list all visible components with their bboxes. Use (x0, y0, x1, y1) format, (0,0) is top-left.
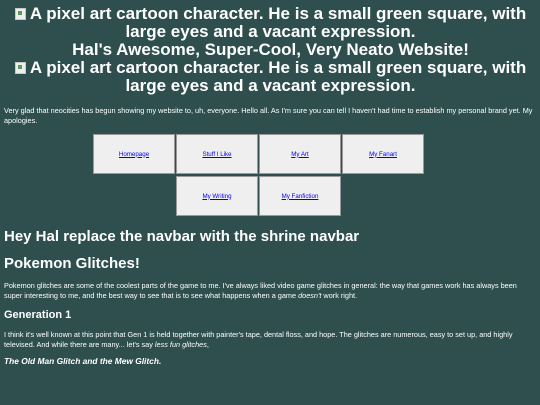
broken-image-icon (14, 62, 26, 74)
image-alt-text: A pixel art cartoon character. He is a s… (29, 4, 527, 41)
header-image-2: A pixel art cartoon character. He is a s… (4, 59, 537, 95)
intro-text: Very glad that neocities has begun showi… (4, 106, 533, 125)
pokemon-glitches-heading: Pokemon Glitches! (4, 255, 140, 272)
emphasis-text: less fun glitches (154, 340, 207, 349)
header-image-1: A pixel art cartoon character. He is a s… (4, 0, 537, 41)
nav-link-my-art[interactable]: My Art (259, 134, 341, 174)
paragraph-text: I think it's well known at this point th… (4, 330, 513, 349)
navbar: Homepage Stuff I Like My Art My Fanart M… (64, 134, 454, 218)
page: A pixel art cartoon character. He is a s… (0, 0, 540, 367)
glitches-intro-paragraph: Pokemon glitches are some of the coolest… (4, 281, 537, 301)
nav-link-my-writing[interactable]: My Writing (176, 176, 258, 216)
image-alt-text: A pixel art cartoon character. He is a s… (29, 58, 527, 95)
gen1-paragraph: I think it's well known at this point th… (4, 330, 537, 350)
nav-link-stuff-i-like[interactable]: Stuff I Like (176, 134, 258, 174)
paragraph-text: Pokemon glitches are some of the coolest… (4, 281, 517, 300)
site-title: Hal's Awesome, Super-Cool, Very Neato We… (72, 40, 469, 59)
nav-link-my-fanfiction[interactable]: My Fanfiction (259, 176, 341, 216)
paragraph-text: , (206, 340, 209, 349)
broken-image-icon (14, 8, 26, 20)
nav-link-homepage[interactable]: Homepage (93, 134, 175, 174)
paragraph-text: work right. (321, 291, 358, 300)
nav-link-my-fanart[interactable]: My Fanart (342, 134, 424, 174)
emphasis-text: doesn't (298, 291, 322, 300)
generation-1-heading: Generation 1 (4, 309, 72, 321)
hal-note-heading: Hey Hal replace the navbar with the shri… (4, 228, 360, 245)
old-man-glitch-heading: The Old Man Glitch and the Mew Glitch. (4, 356, 162, 366)
